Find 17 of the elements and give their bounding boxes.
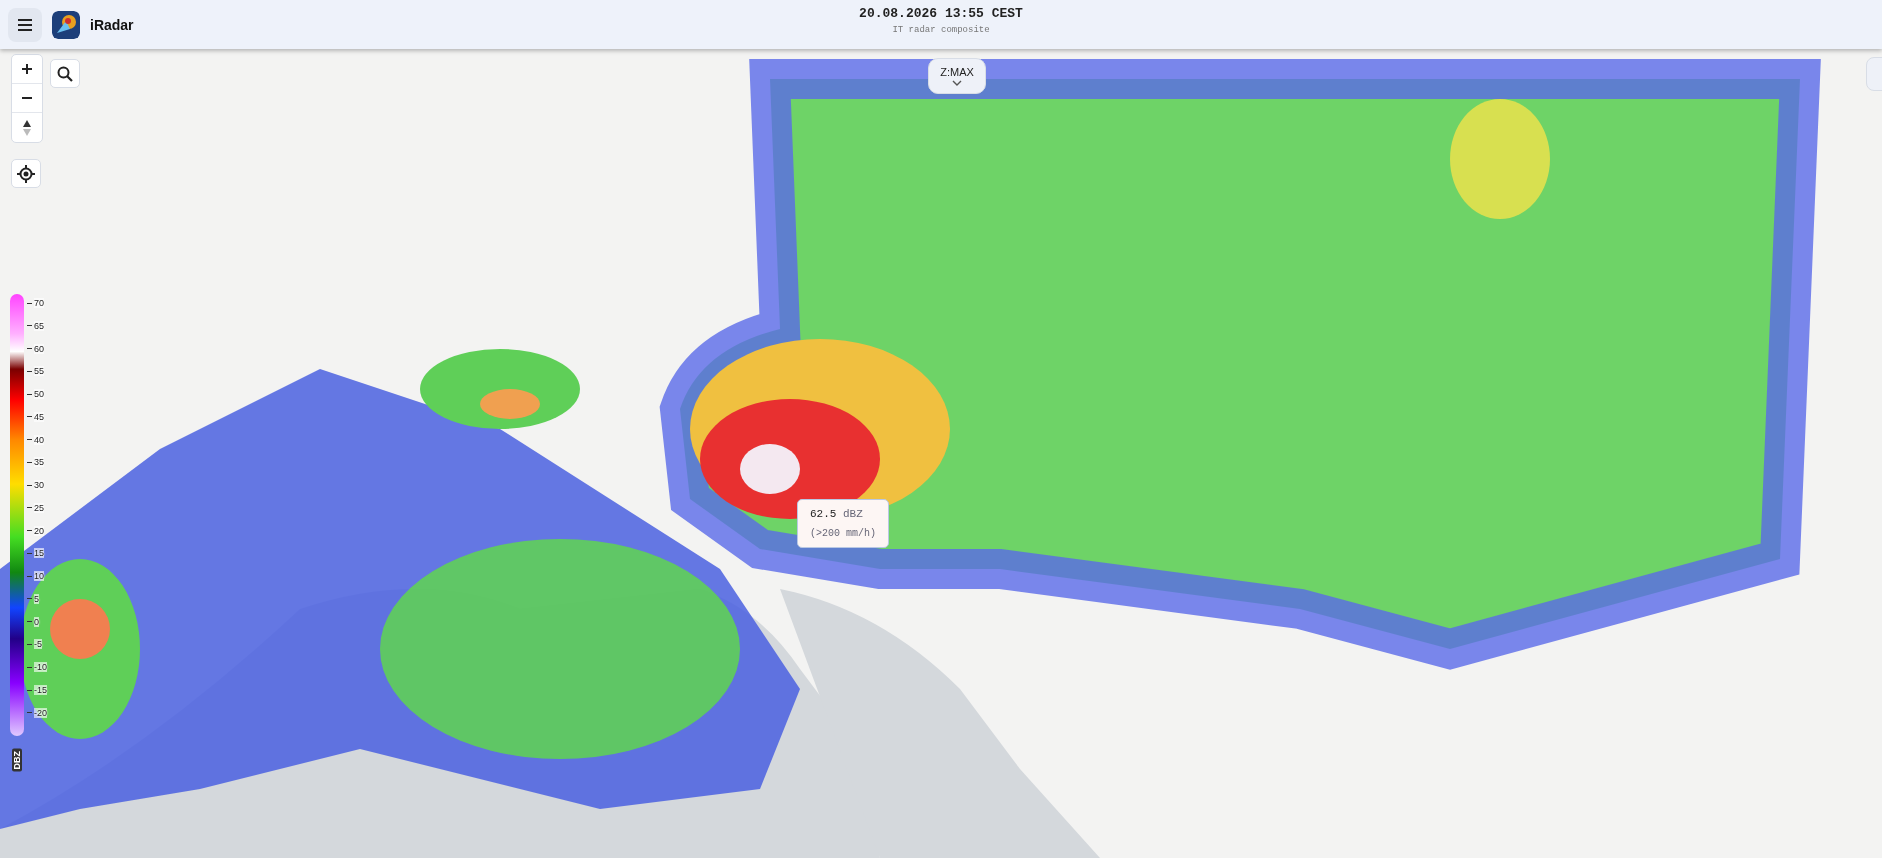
datetime-label: 20.08.2026 13:55 CEST xyxy=(859,6,1023,21)
level-dropdown-button[interactable]: Z:MAX xyxy=(928,58,986,94)
tooltip-value: 62.5 dBZ xyxy=(810,508,864,520)
unit-label: DBZ xyxy=(12,749,22,772)
menu-button[interactable] xyxy=(8,7,42,42)
search-icon xyxy=(57,65,73,82)
chevron-down-icon xyxy=(952,80,962,86)
menu-icon xyxy=(17,17,33,32)
plus-icon xyxy=(21,63,33,75)
subtitle-label: IT radar composite xyxy=(892,25,990,35)
crosshair-icon xyxy=(17,164,35,183)
app-logo-icon xyxy=(52,10,80,39)
app-name: iRadar xyxy=(90,16,134,33)
search-button[interactable] xyxy=(50,59,80,88)
locate-button[interactable] xyxy=(11,159,41,188)
tooltip-rate: (>200 mm/h) xyxy=(810,528,876,539)
compass-icon xyxy=(22,118,32,137)
